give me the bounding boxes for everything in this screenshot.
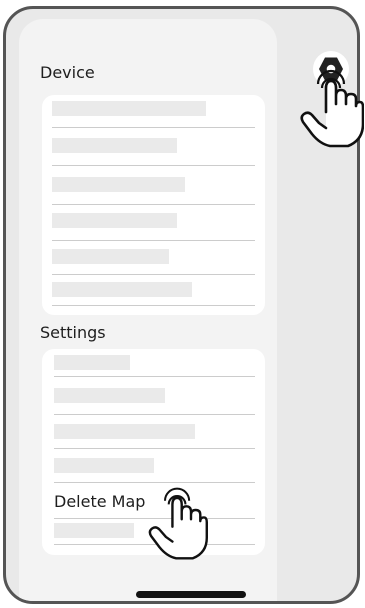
- device-card: [42, 95, 265, 315]
- placeholder-bar: [52, 101, 206, 116]
- placeholder-bar: [54, 388, 165, 403]
- placeholder-bar: [52, 213, 177, 228]
- placeholder-bar: [52, 138, 177, 153]
- device-row[interactable]: [52, 206, 255, 241]
- placeholder-bar: [52, 282, 192, 297]
- placeholder-bar: [52, 249, 169, 264]
- placeholder-bar: [54, 458, 154, 473]
- settings-row[interactable]: [54, 349, 255, 377]
- placeholder-bar: [52, 177, 185, 192]
- tap-hand-icon: [148, 487, 208, 560]
- settings-row[interactable]: [54, 416, 255, 449]
- device-section-title: Device: [40, 63, 95, 82]
- placeholder-bar: [54, 523, 134, 538]
- settings-section-title: Settings: [40, 323, 106, 342]
- device-row[interactable]: [52, 242, 255, 275]
- placeholder-bar: [54, 424, 195, 439]
- device-row[interactable]: [52, 167, 255, 205]
- device-row[interactable]: [52, 95, 255, 128]
- home-indicator: [136, 591, 246, 598]
- delete-map-label: Delete Map: [54, 492, 146, 511]
- settings-row[interactable]: [54, 378, 255, 415]
- tap-hand-icon: [300, 69, 364, 148]
- settings-row[interactable]: [54, 450, 255, 483]
- device-row[interactable]: [52, 276, 255, 306]
- device-row[interactable]: [52, 129, 255, 166]
- placeholder-bar: [54, 355, 130, 370]
